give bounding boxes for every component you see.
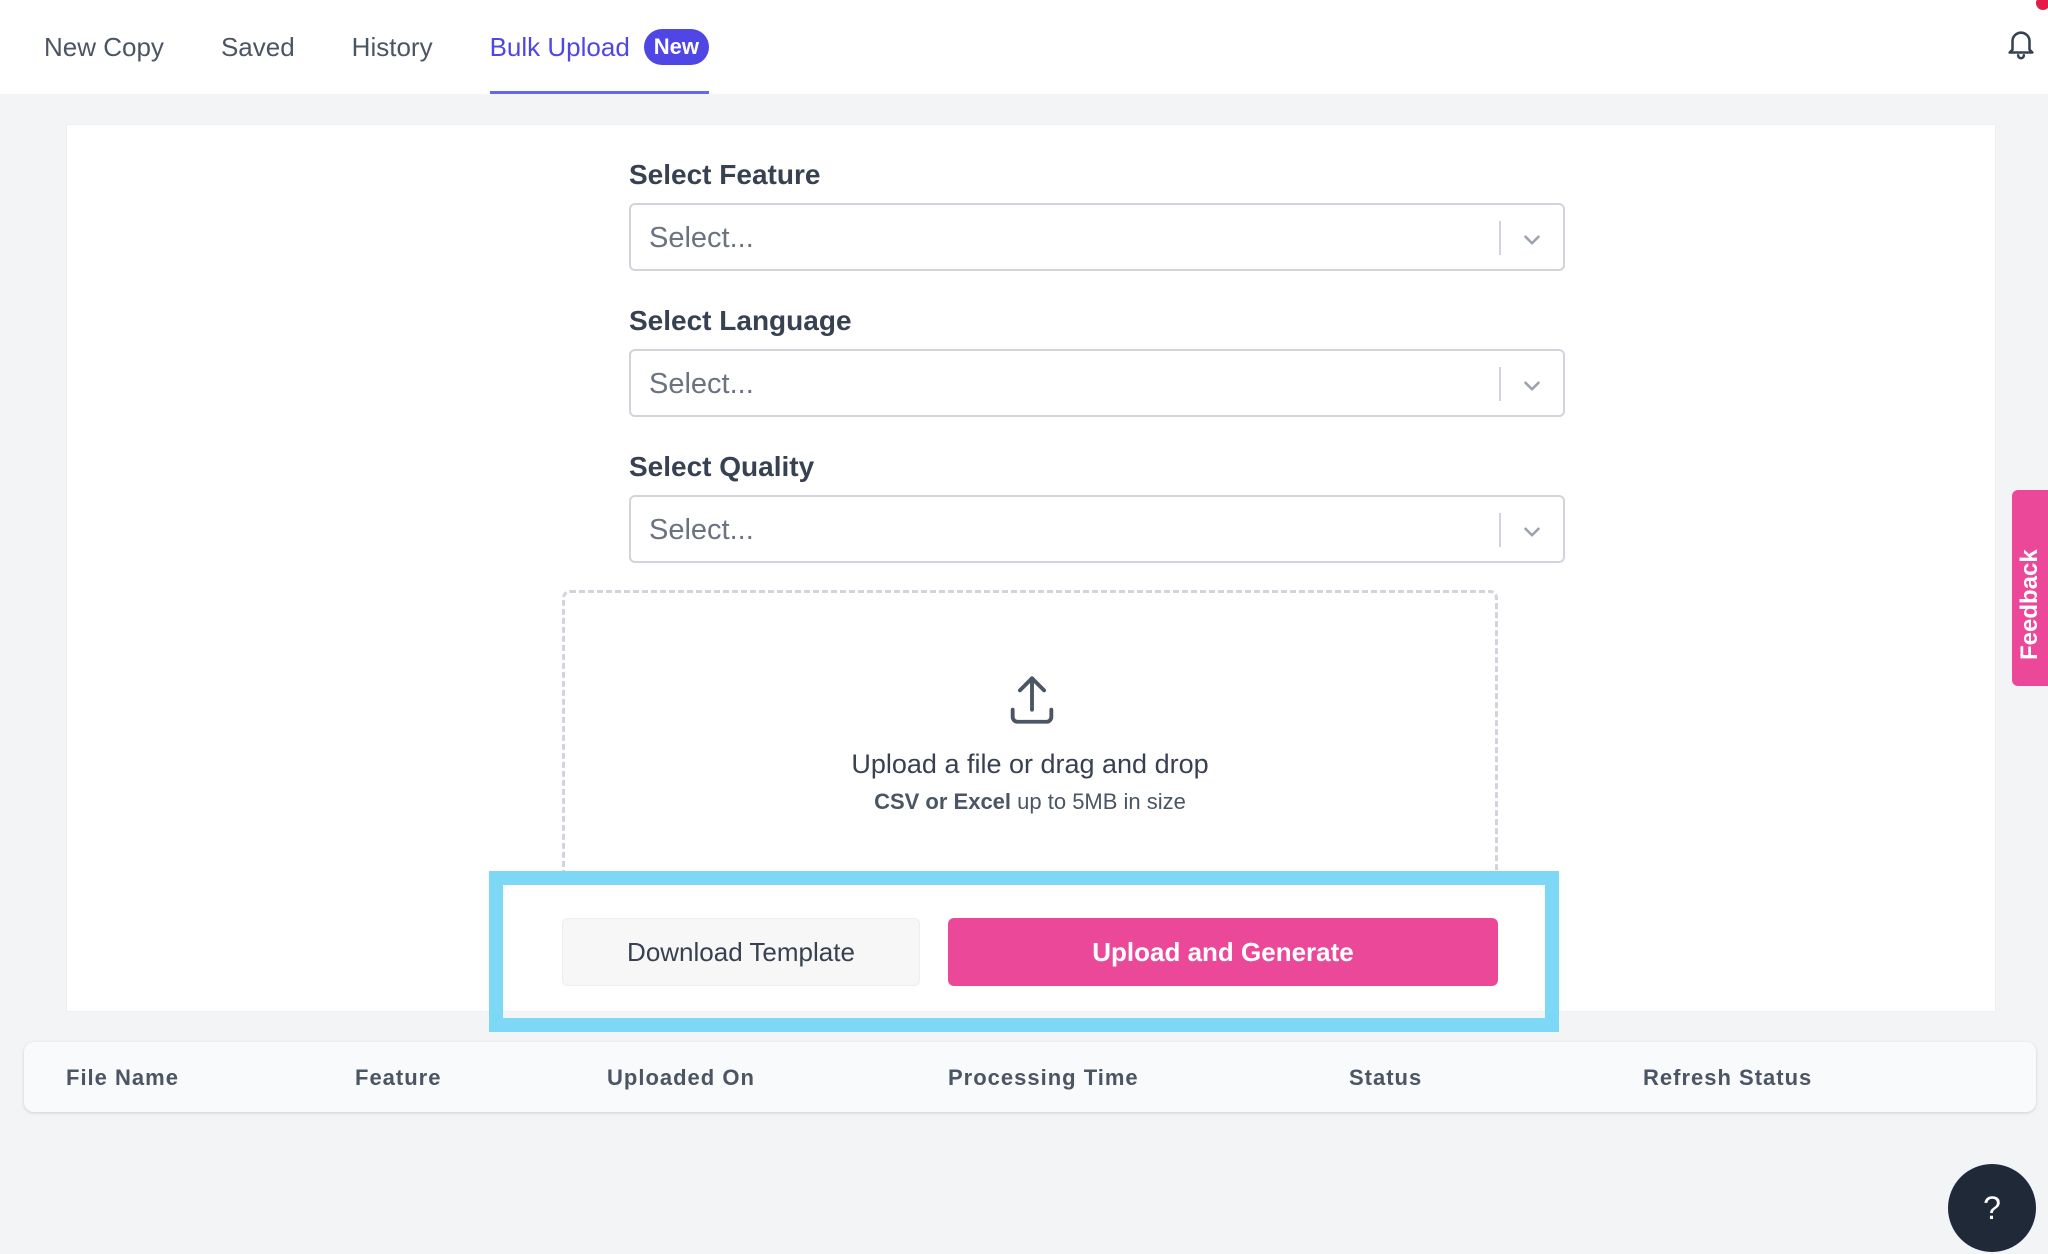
feature-select[interactable]: Select... <box>629 203 1565 271</box>
upload-icon <box>1010 676 1054 724</box>
file-formats: CSV or Excel <box>874 789 1012 814</box>
top-nav-bar: New Copy Saved History Bulk Upload New <box>0 0 2048 94</box>
tab-history[interactable]: History <box>352 0 433 94</box>
column-header: Feature <box>355 1065 442 1090</box>
chevron-down-icon <box>1524 381 1540 391</box>
column-header: Refresh Status <box>1643 1065 1813 1090</box>
tab-label: History <box>351 31 433 62</box>
uploads-table-header: File Name Feature Uploaded On Processing… <box>24 1042 2036 1112</box>
help-button[interactable]: ? <box>1948 1164 2036 1252</box>
quality-select[interactable]: Select... <box>629 495 1565 563</box>
upload-instructions: Upload a file or drag and drop <box>851 749 1209 779</box>
quality-placeholder: Select... <box>649 514 754 546</box>
tab-label: Saved <box>220 31 295 62</box>
tab-new-copy[interactable]: New Copy <box>44 0 164 94</box>
language-placeholder: Select... <box>649 368 754 400</box>
column-header: Status <box>1349 1065 1423 1090</box>
column-header: Uploaded On <box>607 1065 755 1090</box>
language-select[interactable]: Select... <box>629 349 1565 417</box>
help-icon: ? <box>1983 1189 2001 1226</box>
tab-bar: New Copy Saved History Bulk Upload New <box>44 0 766 94</box>
column-header: Processing Time <box>948 1065 1139 1090</box>
upload-constraints: CSV or Excel up to 5MB in size <box>565 789 1495 815</box>
bell-icon[interactable] <box>2004 26 2038 62</box>
notification-dot <box>2036 0 2048 10</box>
feature-placeholder: Select... <box>649 222 754 254</box>
select-separator <box>1499 367 1501 401</box>
download-template-button[interactable]: Download Template <box>562 918 920 986</box>
feedback-label: Feedback <box>2016 549 2043 660</box>
upload-and-generate-button[interactable]: Upload and Generate <box>948 918 1498 986</box>
tab-bulk-upload[interactable]: Bulk Upload New <box>489 0 710 94</box>
feedback-tab[interactable]: Feedback <box>2012 490 2048 686</box>
column-header: File Name <box>66 1065 179 1090</box>
file-dropzone[interactable]: Upload a file or drag and drop CSV or Ex… <box>562 590 1498 880</box>
new-badge: New <box>643 29 710 65</box>
chevron-down-icon <box>1524 527 1540 537</box>
quality-label: Select Quality <box>629 451 815 482</box>
feature-label: Select Feature <box>629 159 821 190</box>
select-separator <box>1499 221 1501 255</box>
file-size-limit: up to 5MB in size <box>1017 789 1186 814</box>
tab-saved[interactable]: Saved <box>221 0 295 94</box>
tab-label: New Copy <box>44 31 164 62</box>
language-label: Select Language <box>629 305 852 336</box>
chevron-down-icon <box>1524 235 1540 245</box>
tab-label: Bulk Upload <box>489 31 630 62</box>
select-separator <box>1499 513 1501 547</box>
